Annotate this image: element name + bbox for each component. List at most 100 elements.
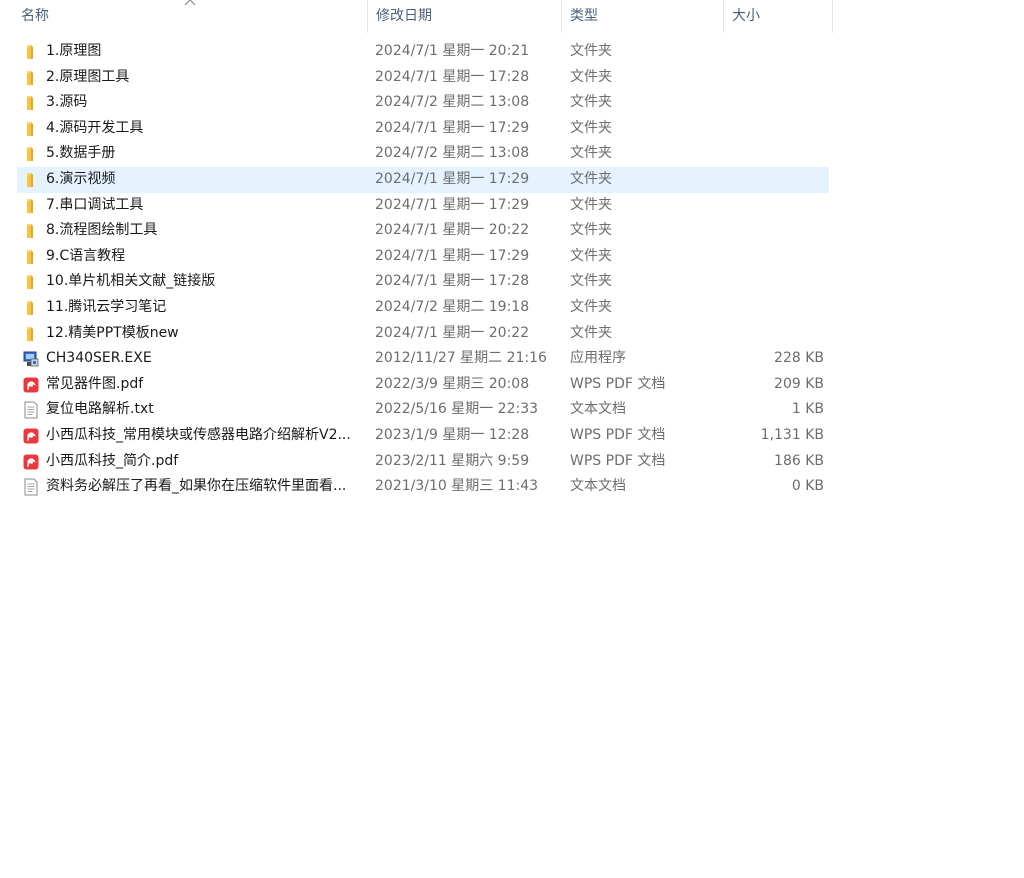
file-name: 3.源码 [46,94,88,111]
file-row[interactable]: 复位电路解析.txt 2022/5/16 星期一 22:33 文本文档 1 KB [17,397,829,423]
folder-icon [22,222,40,240]
file-size: 186 KB [774,452,824,469]
file-type: WPS PDF 文档 [570,452,666,469]
file-row[interactable]: 1.原理图 2024/7/1 星期一 20:21 文件夹 [17,39,829,65]
file-type: 文件夹 [570,222,612,239]
file-name: 7.串口调试工具 [46,196,144,213]
file-name: 1.原理图 [46,43,102,59]
file-type: 文件夹 [570,119,612,136]
file-type: 文件夹 [570,324,612,341]
txt-icon [22,478,40,496]
file-row[interactable]: 3.源码 2024/7/2 星期二 13:08 文件夹 [17,90,829,116]
file-modified-date: 2024/7/1 星期一 17:29 [375,247,530,264]
file-name: 10.单片机相关文献_链接版 [46,273,216,290]
folder-icon [22,299,40,317]
folder-icon [22,171,40,189]
file-list: 1.原理图 2024/7/1 星期一 20:21 文件夹 2.原理图工具 2024/7/… [17,39,829,500]
file-row[interactable]: 常见器件图.pdf 2022/3/9 星期三 20:08 WPS PDF 文档 209… [17,372,829,398]
file-type: 文本文档 [570,401,626,418]
file-name: 8.流程图绘制工具 [46,222,158,239]
file-row[interactable]: CH340SER.EXE 2012/11/27 星期二 21:16 应用程序 228 … [17,346,829,372]
column-header-name[interactable]: 名称 [13,0,368,33]
file-row[interactable]: 11.腾讯云学习笔记 2024/7/2 星期二 19:18 文件夹 [17,295,829,321]
column-header-type[interactable]: 类型 [562,0,724,33]
file-row[interactable]: 6.演示视频 2024/7/1 星期一 17:29 文件夹 [17,166,829,193]
file-explorer: 名称 修改日期 类型 大小 1.原理图 2024/7/1 星期一 20:21 文件夹… [0,0,1024,878]
file-modified-date: 2012/11/27 星期二 21:16 [375,350,547,367]
file-modified-date: 2024/7/2 星期二 19:18 [375,298,530,315]
file-modified-date: 2021/3/10 星期三 11:43 [375,478,539,495]
file-name: 4.源码开发工具 [46,119,144,136]
folder-icon [22,325,40,343]
file-modified-date: 2024/7/1 星期一 17:28 [375,68,530,85]
file-modified-date: 2024/7/1 星期一 20:22 [375,324,530,341]
folder-icon [22,197,40,215]
column-header: 名称 修改日期 类型 大小 [0,0,833,33]
file-row[interactable]: 4.源码开发工具 2024/7/1 星期一 17:29 文件夹 [17,116,829,142]
file-size: 1,131 KB [760,426,824,443]
file-modified-date: 2024/7/1 星期一 20:22 [375,222,530,239]
folder-icon [22,248,40,266]
file-modified-date: 2024/7/1 星期一 20:21 [375,43,530,59]
file-modified-date: 2024/7/1 星期一 17:29 [375,119,530,136]
file-type: 文件夹 [570,68,612,85]
pdf-icon [22,376,40,394]
file-row[interactable]: 资料务必解压了再看_如果你在压缩软件里面看... 2021/3/10 星期三 11… [17,474,829,500]
file-name: CH340SER.EXE [46,350,152,367]
file-name: 12.精美PPT模板new [46,324,179,341]
file-modified-date: 2023/2/11 星期六 9:59 [375,452,530,469]
file-type: 文件夹 [570,273,612,290]
file-type: 文本文档 [570,478,626,495]
file-row[interactable]: 8.流程图绘制工具 2024/7/1 星期一 20:22 文件夹 [17,218,829,244]
file-size: 0 KB [791,478,824,495]
folder-icon [22,273,40,291]
file-modified-date: 2023/1/9 星期一 12:28 [375,426,530,443]
file-type: WPS PDF 文档 [570,426,666,443]
file-row[interactable]: 2.原理图工具 2024/7/1 星期一 17:28 文件夹 [17,65,829,91]
file-row[interactable]: 5.数据手册 2024/7/2 星期二 13:08 文件夹 [17,141,829,167]
folder-icon [22,43,40,61]
file-name: 常见器件图.pdf [46,375,144,392]
file-name: 9.C语言教程 [46,247,126,264]
folder-icon [22,120,40,138]
file-size: 228 KB [774,350,824,367]
folder-icon [22,69,40,87]
file-row[interactable]: 小西瓜科技_常用模块或传感器电路介绍解析V2... 2023/1/9 星期一 12… [17,423,829,449]
file-size: 209 KB [774,375,824,392]
file-modified-date: 2024/7/2 星期二 13:08 [375,94,530,111]
file-name: 资料务必解压了再看_如果你在压缩软件里面看... [46,478,347,495]
file-name: 11.腾讯云学习笔记 [46,298,167,315]
pdf-icon [22,427,40,445]
file-modified-date: 2022/5/16 星期一 22:33 [375,401,539,418]
file-type: 文件夹 [570,170,612,187]
file-modified-date: 2024/7/2 星期二 13:08 [375,145,530,162]
file-name: 6.演示视频 [46,170,116,187]
file-row[interactable]: 9.C语言教程 2024/7/1 星期一 17:29 文件夹 [17,244,829,270]
file-row[interactable]: 12.精美PPT模板new 2024/7/1 星期一 20:22 文件夹 [17,321,829,347]
file-row[interactable]: 10.单片机相关文献_链接版 2024/7/1 星期一 17:28 文件夹 [17,269,829,295]
column-header-size[interactable]: 大小 [724,0,833,33]
column-divider[interactable] [832,0,833,33]
txt-icon [22,401,40,419]
file-type: WPS PDF 文档 [570,375,666,392]
file-type: 文件夹 [570,94,612,111]
file-name: 5.数据手册 [46,145,116,162]
file-type: 文件夹 [570,298,612,315]
file-type: 文件夹 [570,247,612,264]
file-modified-date: 2024/7/1 星期一 17:28 [375,273,530,290]
exe-icon [22,350,40,368]
file-modified-date: 2022/3/9 星期三 20:08 [375,375,530,392]
folder-icon [22,94,40,112]
file-type: 文件夹 [570,43,612,59]
pdf-icon [22,453,40,471]
file-name: 复位电路解析.txt [46,401,154,418]
file-row[interactable]: 7.串口调试工具 2024/7/1 星期一 17:29 文件夹 [17,193,829,219]
file-row[interactable]: 小西瓜科技_简介.pdf 2023/2/11 星期六 9:59 WPS PDF 文档… [17,449,829,475]
file-size: 1 KB [791,401,824,418]
file-modified-date: 2024/7/1 星期一 17:29 [375,196,530,213]
file-type: 文件夹 [570,145,612,162]
folder-icon [22,145,40,163]
column-header-date[interactable]: 修改日期 [368,0,562,33]
file-name: 2.原理图工具 [46,68,130,85]
file-name: 小西瓜科技_简介.pdf [46,452,179,469]
